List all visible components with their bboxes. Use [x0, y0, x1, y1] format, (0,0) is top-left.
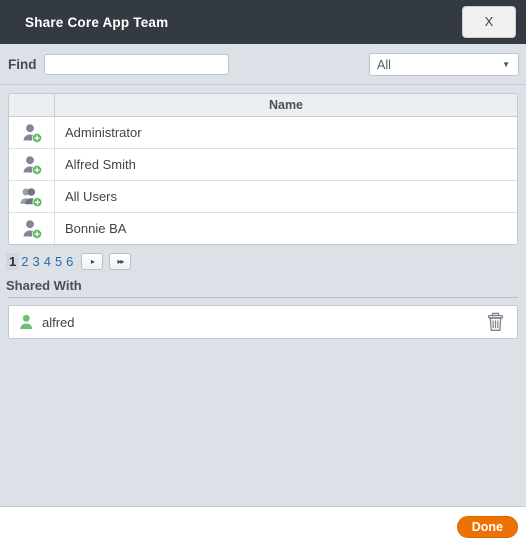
- dialog-title: Share Core App Team: [25, 14, 169, 30]
- user-add-icon: [21, 218, 43, 240]
- trash-icon: [486, 312, 505, 335]
- find-label: Find: [8, 56, 37, 72]
- page-link-2[interactable]: 2: [19, 254, 30, 269]
- table-row[interactable]: Alfred Smith: [9, 148, 517, 181]
- search-input[interactable]: [43, 53, 229, 75]
- last-page-button[interactable]: ▸▸: [109, 252, 132, 270]
- done-button[interactable]: Done: [456, 516, 518, 538]
- table-row[interactable]: Bonnie BA: [9, 212, 517, 244]
- row-icon-cell: [9, 116, 55, 149]
- shared-with-name: alfred: [42, 314, 75, 330]
- filter-dropdown-value: All: [377, 57, 391, 72]
- find-bar: Find All ▼: [0, 44, 526, 85]
- user-icon: [19, 314, 34, 330]
- table-row[interactable]: Administrator: [9, 116, 517, 149]
- people-table: Name Administrator Alfred Smith All User…: [9, 94, 517, 244]
- close-button[interactable]: X: [462, 6, 516, 38]
- pagination: 1 2 3 4 5 6 ▸ ▸▸: [6, 249, 526, 273]
- user-add-icon: [21, 122, 43, 144]
- row-name: Bonnie BA: [54, 212, 517, 244]
- user-add-icon: [21, 154, 43, 176]
- chevron-down-icon: ▼: [502, 59, 510, 69]
- row-icon-cell: [9, 148, 55, 181]
- row-name: Administrator: [54, 116, 517, 149]
- page-link-5[interactable]: 5: [53, 254, 64, 269]
- delete-shared-button[interactable]: [485, 312, 505, 332]
- row-name: Alfred Smith: [54, 148, 517, 181]
- table-header-name: Name: [54, 94, 517, 117]
- page-link-1: 1: [6, 252, 20, 270]
- row-icon-cell: [9, 212, 55, 244]
- page-link-3[interactable]: 3: [30, 254, 41, 269]
- share-dialog: Share Core App Team X Find All ▼ Name Ad…: [0, 0, 526, 550]
- group-add-icon: [20, 186, 43, 208]
- filter-dropdown[interactable]: All ▼: [369, 53, 519, 76]
- list-item[interactable]: alfred: [9, 306, 517, 338]
- table-header-row: Name: [9, 94, 517, 117]
- shared-with-divider: [8, 297, 518, 298]
- dialog-body: Name Administrator Alfred Smith All User…: [0, 85, 526, 506]
- page-link-6[interactable]: 6: [64, 254, 75, 269]
- people-table-container: Name Administrator Alfred Smith All User…: [8, 93, 518, 245]
- table-header-icon: [9, 94, 55, 117]
- dialog-titlebar: Share Core App Team X: [0, 0, 526, 44]
- next-page-button[interactable]: ▸: [81, 252, 104, 270]
- dialog-footer: Done: [0, 506, 526, 550]
- table-row[interactable]: All Users: [9, 180, 517, 213]
- shared-with-title: Shared With: [6, 278, 82, 293]
- page-link-4[interactable]: 4: [42, 254, 53, 269]
- shared-with-list: alfred: [8, 305, 518, 339]
- row-icon-cell: [9, 180, 55, 213]
- row-name: All Users: [54, 180, 517, 213]
